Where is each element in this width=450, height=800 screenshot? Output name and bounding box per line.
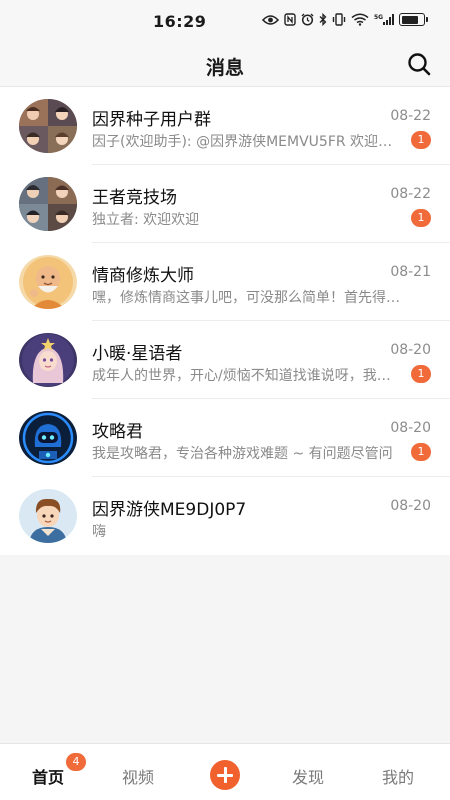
wifi-6-icon	[351, 13, 369, 26]
status-icons: 5G	[262, 13, 428, 26]
monk-avatar	[19, 255, 77, 309]
nav-video[interactable]: 视频	[122, 764, 154, 788]
conversation-date: 08-22	[390, 186, 431, 202]
robot-avatar	[19, 411, 77, 465]
conversation-preview: 成年人的世界，开心/烦恼不知道找谁说呀，我在这里	[92, 368, 404, 384]
battery-tip	[426, 17, 428, 22]
conversation-preview: 独立者: 欢迎欢迎	[92, 212, 200, 228]
conversation-date: 08-21	[390, 264, 431, 280]
bluetooth-icon	[319, 13, 327, 26]
star-girl-avatar	[19, 333, 77, 387]
vibrate-icon	[332, 13, 346, 26]
signal-5g-icon: 5G	[374, 14, 394, 25]
conversation-item[interactable]: 攻略君 08-20 我是攻略君，专治各种游戏难题 ~ 有问题尽管问 1	[0, 399, 450, 477]
conversation-date: 08-20	[390, 342, 431, 358]
nav-home[interactable]: 首页	[32, 764, 64, 788]
conversation-preview: 嗨	[92, 524, 106, 540]
unread-badge: 1	[411, 443, 431, 461]
conversation-item[interactable]: 因界种子用户群 08-22 因子(欢迎助手): @因界游侠MEMVU5FR 欢迎…	[0, 87, 450, 165]
conversation-name: 因界种子用户群	[92, 110, 211, 130]
conversation-name: 因界游侠ME9DJ0P7	[92, 500, 247, 520]
page-title: 消息	[205, 57, 244, 79]
nav-home-badge: 4	[66, 753, 86, 771]
conversation-item[interactable]: 王者竞技场 08-22 独立者: 欢迎欢迎 1	[0, 165, 450, 243]
battery-icon	[399, 13, 425, 26]
unread-badge: 1	[411, 209, 431, 227]
boy-avatar	[19, 489, 77, 543]
group-avatar	[19, 99, 77, 153]
status-time: 16:29	[153, 12, 207, 31]
conversation-date: 08-20	[390, 498, 431, 514]
conversation-name: 攻略君	[92, 422, 143, 442]
conversation-name: 情商修炼大师	[92, 266, 194, 286]
group-avatar	[19, 177, 77, 231]
bottom-nav: 首页 4 视频 发现 我的	[0, 743, 450, 800]
nfc-icon	[284, 13, 296, 26]
conversation-preview: 我是攻略君，专治各种游戏难题 ~ 有问题尽管问	[92, 446, 393, 462]
alarm-icon	[301, 13, 314, 26]
eye-icon	[262, 14, 279, 25]
search-icon[interactable]	[406, 51, 432, 77]
app-header: 消息	[0, 44, 450, 87]
conversation-date: 08-20	[390, 420, 431, 436]
plus-icon[interactable]	[210, 760, 240, 790]
nav-mine[interactable]: 我的	[382, 764, 414, 788]
conversation-item[interactable]: 情商修炼大师 08-21 嘿，修炼情商这事儿吧，可没那么简单！首先得学会	[0, 243, 450, 321]
conversation-date: 08-22	[390, 108, 431, 124]
conversation-name: 小暖·星语者	[92, 344, 183, 364]
conversation-name: 王者竞技场	[92, 188, 177, 208]
conversation-list: 因界种子用户群 08-22 因子(欢迎助手): @因界游侠MEMVU5FR 欢迎…	[0, 87, 450, 555]
nav-discover[interactable]: 发现	[292, 764, 324, 788]
unread-badge: 1	[411, 131, 431, 149]
status-bar: 16:29 5G	[0, 0, 450, 44]
conversation-preview: 嘿，修炼情商这事儿吧，可没那么简单！首先得学会	[92, 290, 404, 306]
conversation-item[interactable]: 小暖·星语者 08-20 成年人的世界，开心/烦恼不知道找谁说呀，我在这里 1	[0, 321, 450, 399]
unread-badge: 1	[411, 365, 431, 383]
conversation-item[interactable]: 因界游侠ME9DJ0P7 08-20 嗨	[0, 477, 450, 555]
svg-text:5G: 5G	[374, 14, 383, 21]
conversation-preview: 因子(欢迎助手): @因界游侠MEMVU5FR 欢迎加入	[92, 134, 404, 150]
